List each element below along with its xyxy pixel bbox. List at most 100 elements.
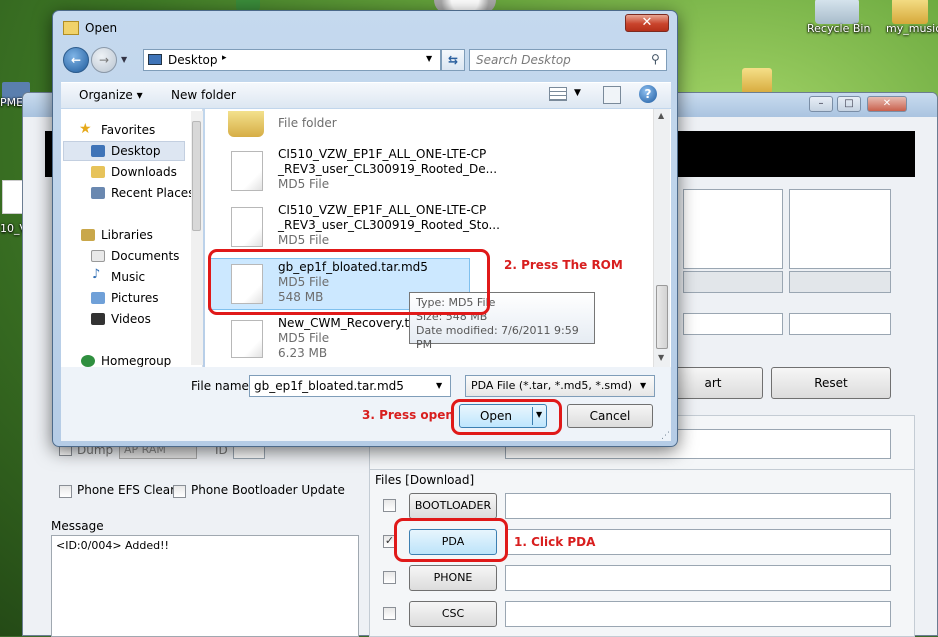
scroll-down-icon[interactable]: ▼ [658, 353, 664, 362]
phone-bootloader-update-checkbox[interactable] [173, 485, 186, 498]
md5-file-icon[interactable] [231, 320, 263, 358]
folder-icon[interactable] [742, 68, 772, 94]
desktop-icon [91, 145, 105, 157]
start-button[interactable]: art [663, 367, 763, 399]
view-options-icon[interactable] [549, 87, 567, 101]
port-slot [683, 189, 783, 269]
file-type-filter[interactable]: PDA File (*.tar, *.md5, *.smd) ▼ [465, 375, 655, 397]
music-note-icon: ♪ [92, 267, 101, 282]
message-title: Message [51, 519, 104, 533]
bootloader-checkbox[interactable] [383, 499, 396, 512]
file-type: File folder [278, 116, 337, 130]
forward-arrow-icon[interactable]: → [91, 47, 117, 73]
minimize-button[interactable]: – [809, 96, 833, 112]
folder-icon[interactable] [228, 111, 264, 137]
phone-checkbox[interactable] [383, 571, 396, 584]
port-id [789, 313, 891, 335]
open-file-dialog: Open ✕ ← → ▼ Desktop ▸ ▼ ⇆ Search Deskto… [52, 10, 678, 447]
preview-pane-icon[interactable] [603, 86, 621, 104]
search-input[interactable]: Search Desktop [469, 49, 667, 71]
recycle-bin-label[interactable]: Recycle Bin [807, 22, 870, 35]
nav-videos[interactable]: Videos [111, 312, 151, 326]
nav-favorites[interactable]: Favorites [101, 123, 155, 137]
maximize-button[interactable]: □ [837, 96, 861, 112]
cancel-button[interactable]: Cancel [567, 404, 653, 428]
nav-scrollbar[interactable] [191, 111, 203, 365]
file-item[interactable]: CI510_VZW_EP1F_ALL_ONE-LTE-CP _REV3_user… [278, 147, 497, 192]
my-music-label[interactable]: my_music [886, 22, 938, 35]
pme-label[interactable]: PME [0, 96, 23, 109]
annotation-step-1: 1. Click PDA [514, 535, 596, 549]
file-name: CI510_VZW_EP1F_ALL_ONE-LTE-CP [278, 203, 487, 217]
refresh-icon[interactable]: ⇆ [441, 49, 465, 71]
nav-downloads[interactable]: Downloads [111, 165, 177, 179]
phone-efs-clear-checkbox[interactable] [59, 485, 72, 498]
odin-close-button[interactable]: ✕ [867, 96, 907, 112]
filter-dropdown-icon[interactable]: ▼ [640, 381, 646, 390]
dialog-app-icon [63, 21, 79, 35]
annotation-step-2: 2. Press The ROM [504, 258, 623, 272]
csc-checkbox[interactable] [383, 607, 396, 620]
tooltip-modified: Date modified: 7/6/2011 9:59 PM [416, 324, 579, 351]
file-item[interactable]: New_CWM_Recovery.tar MD5 File 6.23 MB [278, 316, 422, 361]
music-folder-icon[interactable] [892, 0, 928, 24]
port-status [683, 271, 783, 293]
nav-libraries[interactable]: Libraries [101, 228, 153, 242]
help-icon[interactable]: ? [639, 85, 657, 103]
desktop-icon [148, 54, 162, 65]
csc-button[interactable]: CSC [409, 601, 497, 627]
reset-button[interactable]: Reset [771, 367, 891, 399]
search-icon[interactable]: ⚲ [651, 52, 660, 66]
bootloader-button[interactable]: BOOTLOADER [409, 493, 497, 519]
favorites-star-icon: ★ [79, 121, 92, 137]
back-arrow-icon[interactable]: ← [63, 47, 89, 73]
file-name-input[interactable]: gb_ep1f_bloated.tar.md5 ▼ [249, 375, 451, 397]
annotation-rom-highlight [208, 249, 490, 315]
file-type: MD5 File [278, 331, 330, 345]
navigation-pane: ★ Favorites Desktop Downloads Recent Pla… [61, 109, 203, 368]
annotation-open-highlight [451, 399, 562, 435]
nav-recent-places[interactable]: Recent Places [111, 186, 194, 200]
file-name-label: File name: [191, 379, 253, 393]
file-name-continued: _REV3_user_CL300919_Rooted_Sto... [278, 218, 500, 232]
address-desktop-crumb[interactable]: Desktop [168, 53, 218, 67]
breadcrumb-arrow-icon[interactable]: ▸ [222, 53, 227, 63]
port-status [789, 271, 891, 293]
message-log[interactable]: <ID:0/004> Added!! [51, 535, 359, 637]
resize-grip-icon[interactable]: ⋰ [661, 431, 670, 441]
address-dropdown-icon[interactable]: ▼ [426, 54, 432, 63]
file-item[interactable]: CI510_VZW_EP1F_ALL_ONE-LTE-CP _REV3_user… [278, 203, 500, 248]
nav-pictures[interactable]: Pictures [111, 291, 159, 305]
port-id [683, 313, 783, 335]
nav-desktop[interactable]: Desktop [111, 144, 161, 158]
videos-icon [91, 313, 105, 325]
view-dropdown-icon[interactable]: ▼ [574, 88, 581, 98]
file-scroll-thumb[interactable] [656, 285, 668, 349]
recycle-bin-icon[interactable] [815, 0, 859, 24]
file-icon[interactable] [2, 180, 24, 214]
dialog-close-button[interactable]: ✕ [625, 14, 669, 32]
file-type-filter-value: PDA File (*.tar, *.md5, *.smd) [471, 379, 633, 392]
file-list-scrollbar[interactable]: ▲ ▼ [653, 109, 670, 367]
file-name-dropdown-icon[interactable]: ▼ [436, 381, 442, 390]
recent-locations-chevron-icon[interactable]: ▼ [121, 55, 127, 64]
pictures-icon [91, 292, 105, 304]
csc-path [505, 601, 891, 627]
organize-label: Organize [79, 88, 133, 102]
nav-scroll-thumb[interactable] [192, 121, 201, 231]
file-size: 6.23 MB [278, 346, 328, 360]
nav-homegroup[interactable]: Homegroup [101, 354, 171, 368]
new-folder-button[interactable]: New folder [171, 88, 236, 102]
scroll-up-icon[interactable]: ▲ [658, 111, 664, 120]
nav-music[interactable]: Music [111, 270, 145, 284]
md5-file-icon[interactable] [231, 207, 263, 247]
organize-button[interactable]: Organize ▾ [79, 88, 143, 102]
md5-file-icon[interactable] [231, 151, 263, 191]
address-bar[interactable]: Desktop ▸ ▼ [143, 49, 441, 71]
nav-documents[interactable]: Documents [111, 249, 179, 263]
file-name-value: gb_ep1f_bloated.tar.md5 [254, 379, 404, 393]
libraries-icon [81, 229, 95, 241]
port-slot [789, 189, 891, 269]
phone-button[interactable]: PHONE [409, 565, 497, 591]
annotation-pda-highlight [394, 518, 508, 562]
